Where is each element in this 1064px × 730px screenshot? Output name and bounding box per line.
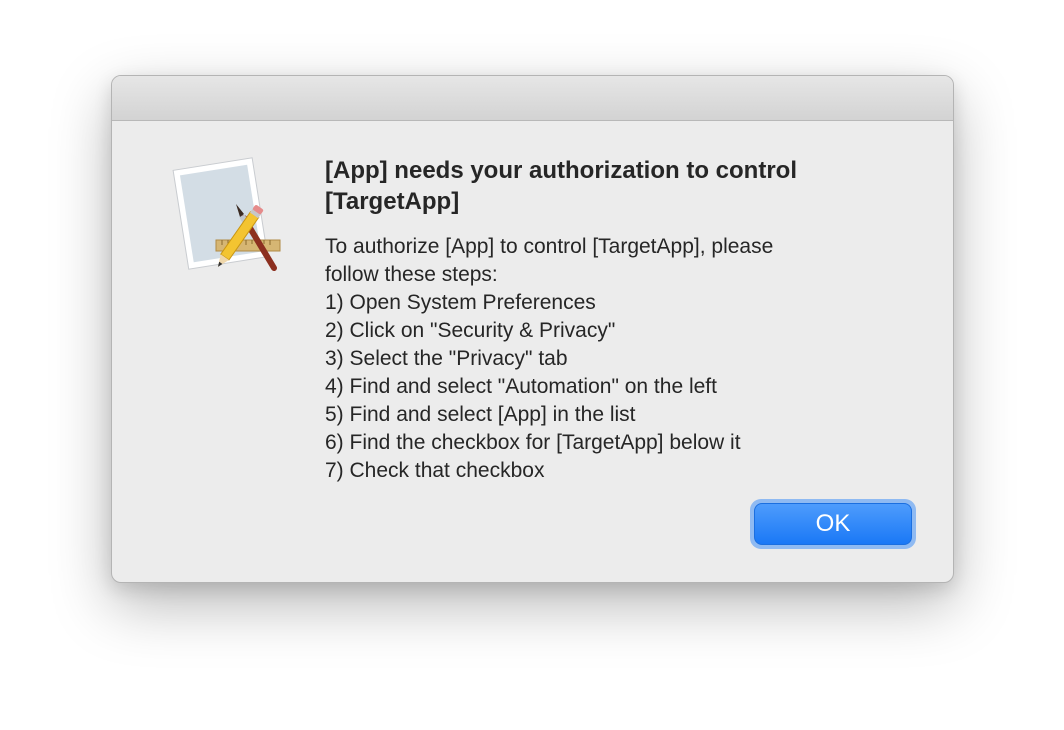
message-line: follow these steps: (325, 263, 498, 286)
dialog-message: To authorize [App] to control [TargetApp… (325, 233, 925, 485)
message-line: 6) Find the checkbox for [TargetApp] bel… (325, 431, 741, 454)
message-line: 1) Open System Preferences (325, 291, 596, 314)
ok-button-focus-ring: OK (750, 499, 916, 549)
authorization-dialog: [App] needs your authorization to contro… (111, 75, 954, 583)
ok-button[interactable]: OK (754, 503, 912, 545)
message-line: 3) Select the "Privacy" tab (325, 347, 568, 370)
message-line: 5) Find and select [App] in the list (325, 403, 636, 426)
app-editor-icon (172, 156, 288, 276)
message-line: 7) Check that checkbox (325, 459, 545, 482)
dialog-titlebar[interactable] (112, 76, 953, 121)
dialog-title: [App] needs your authorization to contro… (325, 157, 797, 215)
message-line: 4) Find and select "Automation" on the l… (325, 375, 717, 398)
message-line: 2) Click on "Security & Privacy" (325, 319, 616, 342)
message-line: To authorize [App] to control [TargetApp… (325, 235, 774, 258)
